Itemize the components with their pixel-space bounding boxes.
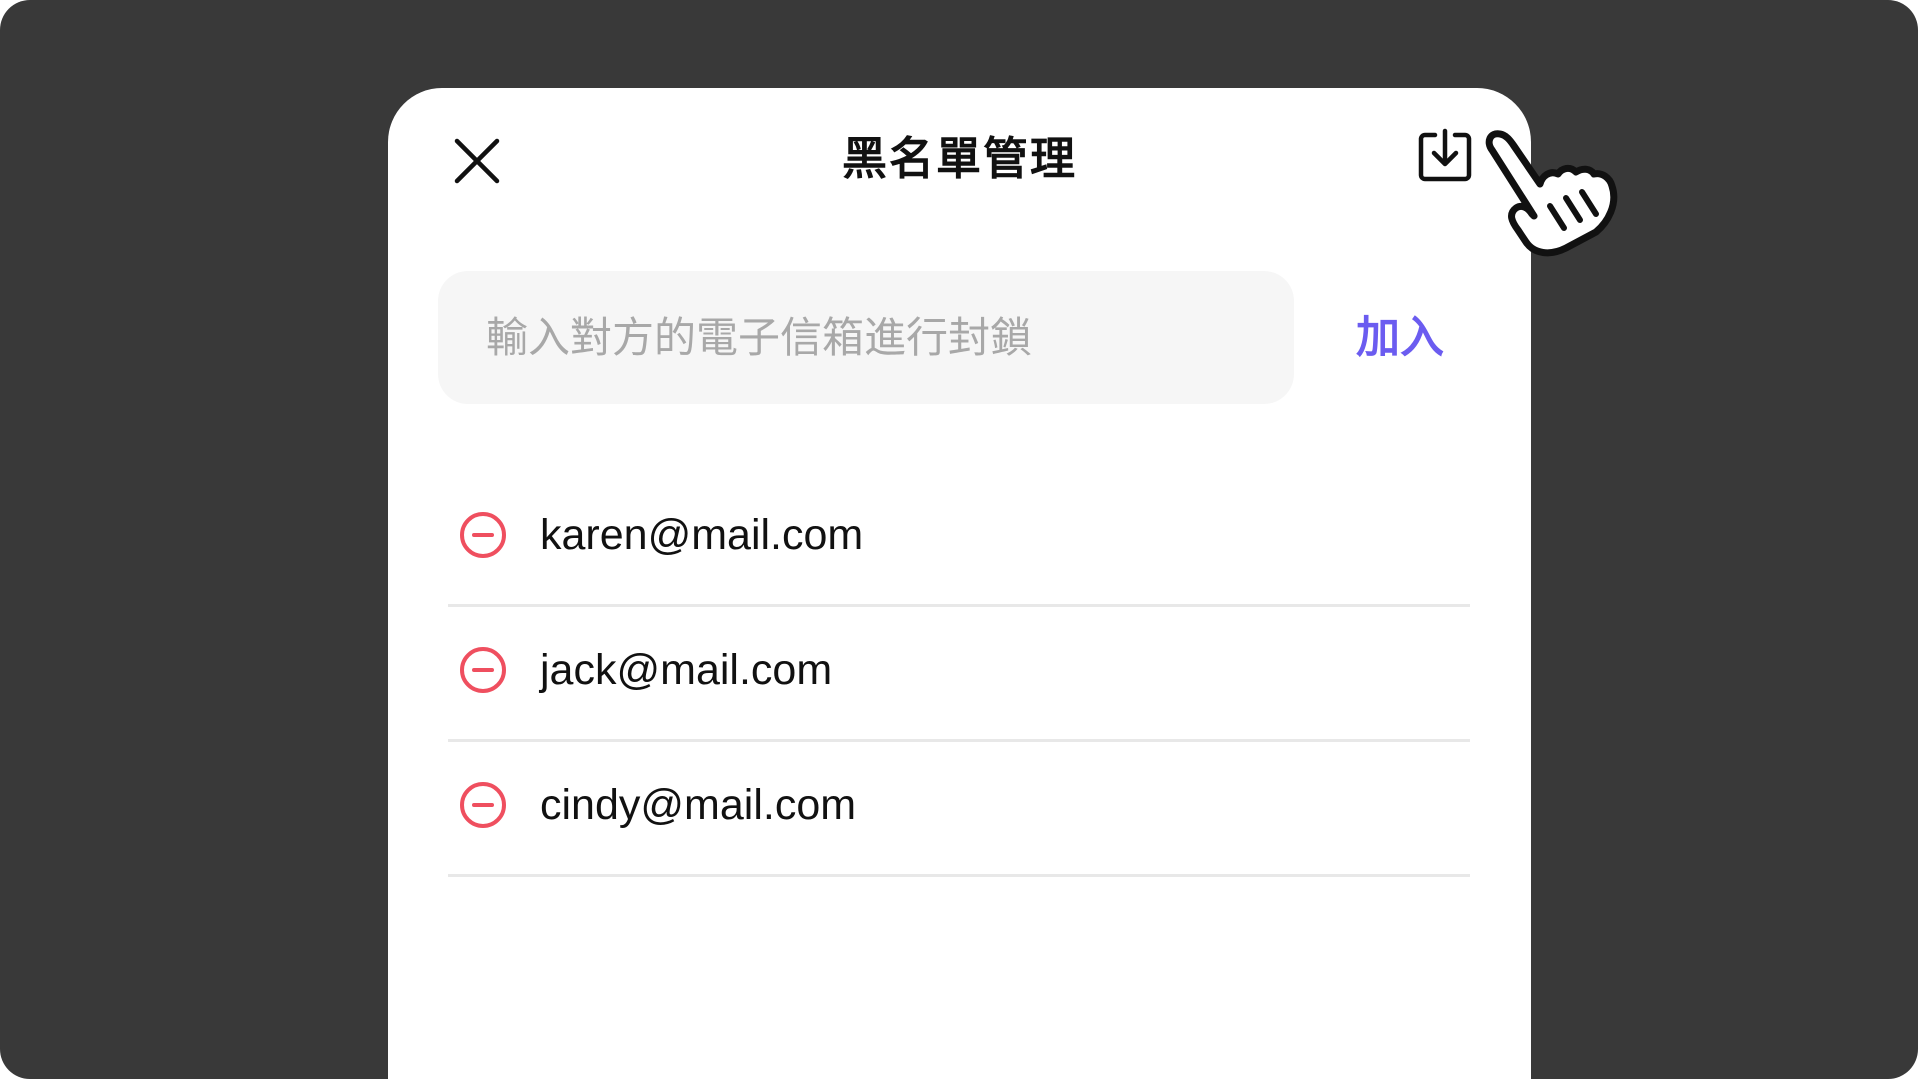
list-item: cindy@mail.com (448, 742, 1470, 877)
hand-pointer-icon (1485, 130, 1618, 257)
blocked-email: jack@mail.com (540, 646, 833, 694)
remove-button[interactable] (456, 643, 510, 697)
blocked-email: cindy@mail.com (540, 781, 857, 829)
download-icon (1418, 128, 1472, 182)
remove-circle-icon (460, 647, 506, 693)
remove-circle-icon (460, 782, 506, 828)
export-button[interactable] (1412, 124, 1478, 190)
blacklist-sheet: 黑名單管理 加入 karen@mail.com (388, 88, 1531, 1079)
add-button[interactable]: 加入 (1348, 303, 1452, 373)
app-backdrop: 黑名單管理 加入 karen@mail.com (0, 0, 1918, 1079)
remove-circle-icon (460, 512, 506, 558)
list-item: karen@mail.com (448, 472, 1470, 607)
list-item: jack@mail.com (448, 607, 1470, 742)
remove-button[interactable] (456, 778, 510, 832)
remove-button[interactable] (456, 508, 510, 562)
page-title: 黑名單管理 (841, 132, 1077, 185)
blocked-email: karen@mail.com (540, 511, 864, 559)
email-input[interactable] (438, 271, 1294, 404)
blocked-email-list: karen@mail.com jack@mail.com cindy@mail.… (448, 472, 1470, 877)
